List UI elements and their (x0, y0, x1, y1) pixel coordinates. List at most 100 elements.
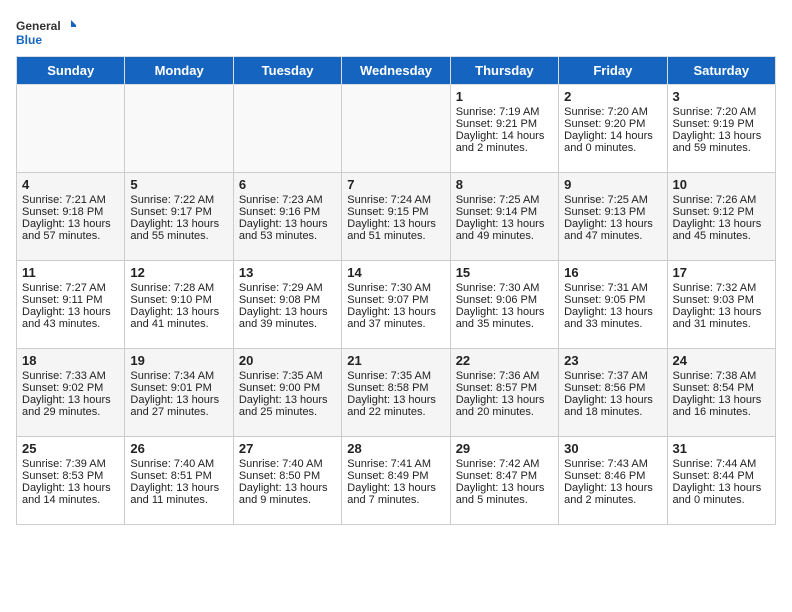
logo: General Blue (16, 16, 76, 48)
cell-content-line: Daylight: 13 hours (130, 394, 227, 406)
calendar-cell: 15Sunrise: 7:30 AMSunset: 9:06 PMDayligh… (450, 261, 558, 349)
calendar-cell: 5Sunrise: 7:22 AMSunset: 9:17 PMDaylight… (125, 173, 233, 261)
weekday-header-saturday: Saturday (667, 57, 775, 85)
day-number: 20 (239, 353, 336, 368)
cell-content-line: Daylight: 13 hours (564, 482, 661, 494)
cell-content-line: and 57 minutes. (22, 230, 119, 242)
day-number: 21 (347, 353, 444, 368)
weekday-header-friday: Friday (559, 57, 667, 85)
day-number: 8 (456, 177, 553, 192)
logo-svg: General Blue (16, 16, 76, 48)
cell-content-line: and 5 minutes. (456, 494, 553, 506)
cell-content-line: and 0 minutes. (673, 494, 770, 506)
calendar-table: SundayMondayTuesdayWednesdayThursdayFrid… (16, 56, 776, 525)
cell-content-line: and 45 minutes. (673, 230, 770, 242)
cell-content-line: and 49 minutes. (456, 230, 553, 242)
cell-content-line: and 0 minutes. (564, 142, 661, 154)
cell-content-line: and 43 minutes. (22, 318, 119, 330)
cell-content-line: Sunset: 9:02 PM (22, 382, 119, 394)
cell-content-line: Sunrise: 7:20 AM (673, 106, 770, 118)
cell-content-line: Daylight: 13 hours (347, 482, 444, 494)
calendar-cell: 18Sunrise: 7:33 AMSunset: 9:02 PMDayligh… (17, 349, 125, 437)
day-number: 25 (22, 441, 119, 456)
weekday-header-sunday: Sunday (17, 57, 125, 85)
calendar-cell: 16Sunrise: 7:31 AMSunset: 9:05 PMDayligh… (559, 261, 667, 349)
calendar-cell: 1Sunrise: 7:19 AMSunset: 9:21 PMDaylight… (450, 85, 558, 173)
calendar-cell: 10Sunrise: 7:26 AMSunset: 9:12 PMDayligh… (667, 173, 775, 261)
weekday-header-monday: Monday (125, 57, 233, 85)
cell-content-line: Sunrise: 7:37 AM (564, 370, 661, 382)
calendar-cell: 14Sunrise: 7:30 AMSunset: 9:07 PMDayligh… (342, 261, 450, 349)
cell-content-line: Sunset: 9:16 PM (239, 206, 336, 218)
cell-content-line: Sunrise: 7:20 AM (564, 106, 661, 118)
cell-content-line: and 33 minutes. (564, 318, 661, 330)
calendar-week-5: 25 Sunrise: 7:39 AMSunset: 8:53 PM Dayligh… (17, 437, 776, 525)
day-number: 19 (130, 353, 227, 368)
cell-content-line: and 16 minutes. (673, 406, 770, 418)
cell-content-line: and 47 minutes. (564, 230, 661, 242)
day-number: 9 (564, 177, 661, 192)
day-number: 22 (456, 353, 553, 368)
calendar-cell: 13Sunrise: 7:29 AMSunset: 9:08 PMDayligh… (233, 261, 341, 349)
cell-content-line: Daylight: 13 hours (673, 306, 770, 318)
day-number: 30 (564, 441, 661, 456)
cell-content-line: Daylight: 14 hours (564, 130, 661, 142)
calendar-cell: 17Sunrise: 7:32 AMSunset: 9:03 PMDayligh… (667, 261, 775, 349)
cell-content-line: and 25 minutes. (239, 406, 336, 418)
weekday-header-row: SundayMondayTuesdayWednesdayThursdayFrid… (17, 57, 776, 85)
cell-content-line: and 51 minutes. (347, 230, 444, 242)
cell-content-line: Sunset: 8:46 PM (564, 470, 661, 482)
cell-content-line: Sunrise: 7:40 AM (239, 458, 336, 470)
cell-content-line: Sunrise: 7:40 AM (130, 458, 227, 470)
cell-content-line: Daylight: 14 hours (456, 130, 553, 142)
cell-content-line: Sunset: 8:50 PM (239, 470, 336, 482)
cell-content-line: Sunrise: 7:39 AM (22, 458, 119, 470)
calendar-cell: 2Sunrise: 7:20 AMSunset: 9:20 PMDaylight… (559, 85, 667, 173)
day-number: 12 (130, 265, 227, 280)
cell-content-line: Daylight: 13 hours (347, 218, 444, 230)
cell-content-line: Sunrise: 7:32 AM (673, 282, 770, 294)
cell-content-line: Sunrise: 7:19 AM (456, 106, 553, 118)
cell-content-line: Sunrise: 7:41 AM (347, 458, 444, 470)
calendar-cell: 7Sunrise: 7:24 AMSunset: 9:15 PMDaylight… (342, 173, 450, 261)
page-header: General Blue (16, 16, 776, 48)
calendar-cell: 4Sunrise: 7:21 AMSunset: 9:18 PMDaylight… (17, 173, 125, 261)
cell-content-line: Sunrise: 7:28 AM (130, 282, 227, 294)
calendar-week-2: 4Sunrise: 7:21 AMSunset: 9:18 PMDaylight… (17, 173, 776, 261)
cell-content-line: Daylight: 13 hours (564, 306, 661, 318)
svg-text:General: General (16, 19, 61, 33)
cell-content-line: and 29 minutes. (22, 406, 119, 418)
day-number: 3 (673, 89, 770, 104)
cell-content-line: Sunrise: 7:38 AM (673, 370, 770, 382)
cell-content-line: Sunrise: 7:21 AM (22, 194, 119, 206)
cell-content-line: Daylight: 13 hours (22, 306, 119, 318)
calendar-cell: 21Sunrise: 7:35 AMSunset: 8:58 PMDayligh… (342, 349, 450, 437)
weekday-header-thursday: Thursday (450, 57, 558, 85)
cell-content-line: Sunset: 9:17 PM (130, 206, 227, 218)
cell-content-line: Daylight: 13 hours (673, 130, 770, 142)
cell-content-line: Sunrise: 7:22 AM (130, 194, 227, 206)
cell-content-line: Sunrise: 7:42 AM (456, 458, 553, 470)
cell-content-line: Daylight: 13 hours (456, 306, 553, 318)
day-number: 10 (673, 177, 770, 192)
cell-content-line: and 31 minutes. (673, 318, 770, 330)
cell-content-line: Sunrise: 7:43 AM (564, 458, 661, 470)
cell-content-line: Sunset: 9:01 PM (130, 382, 227, 394)
day-number: 2 (564, 89, 661, 104)
calendar-cell: 25Sunrise: 7:39 AMSunset: 8:53 PMDayligh… (17, 437, 125, 525)
calendar-cell: 24Sunrise: 7:38 AMSunset: 8:54 PMDayligh… (667, 349, 775, 437)
calendar-cell: 30 Sunrise: 7:43 AMSunset: 8:46 PMDayligh… (559, 437, 667, 525)
day-number: 15 (456, 265, 553, 280)
cell-content-line: and 55 minutes. (130, 230, 227, 242)
cell-content-line: Sunset: 8:44 PM (673, 470, 770, 482)
cell-content-line: Sunrise: 7:25 AM (456, 194, 553, 206)
cell-content-line: and 59 minutes. (673, 142, 770, 154)
cell-content-line: Sunset: 8:53 PM (22, 470, 119, 482)
cell-content-line: Daylight: 13 hours (130, 306, 227, 318)
cell-content-line: Sunrise: 7:27 AM (22, 282, 119, 294)
cell-content-line: Daylight: 13 hours (456, 482, 553, 494)
calendar-cell: 22Sunrise: 7:36 AMSunset: 8:57 PMDayligh… (450, 349, 558, 437)
cell-content-line: and 41 minutes. (130, 318, 227, 330)
calendar-cell (17, 85, 125, 173)
calendar-cell: 27Sunrise: 7:40 AMSunset: 8:50 PMDayligh… (233, 437, 341, 525)
